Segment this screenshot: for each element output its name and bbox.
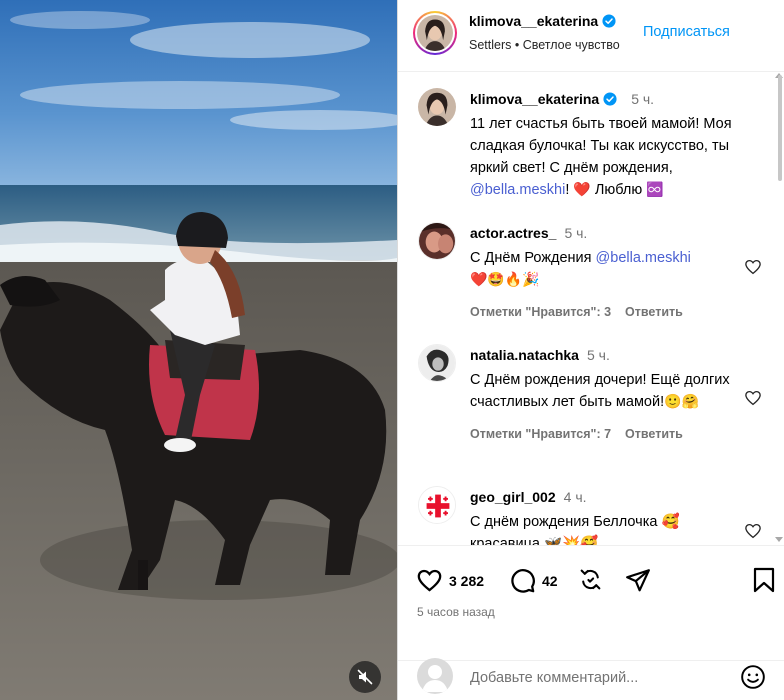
paper-plane-icon xyxy=(626,569,650,592)
caption-mention[interactable]: @bella.meskhi xyxy=(470,182,565,198)
caption-love: Люблю xyxy=(590,182,643,198)
commenter-avatar[interactable] xyxy=(418,344,456,382)
comments-count[interactable]: 42 xyxy=(542,573,558,589)
author-photo xyxy=(417,15,453,51)
comment-body: actor.actres_ 5 ч. С Днём Рождения @bell… xyxy=(470,222,740,323)
comment-body: natalia.natachka 5 ч. С Днём рождения до… xyxy=(470,344,740,445)
verified-badge-icon xyxy=(602,14,616,28)
author-photo xyxy=(418,88,456,126)
repost-icon xyxy=(580,569,601,590)
comment-meta: Отметки "Нравится": 7 Ответить xyxy=(470,423,740,445)
post-details-panel: klimova__ekaterina Settlers • Светлое чу… xyxy=(397,0,784,700)
comment-text: С Днём рождения дочери! Ещё долгих счаст… xyxy=(470,369,740,413)
comments-list: klimova__ekaterina 5 ч. 11 лет счастья б… xyxy=(398,72,784,545)
commenter-avatar[interactable] xyxy=(418,486,456,524)
heart-icon xyxy=(417,569,442,592)
emoji-smiley-icon[interactable] xyxy=(740,664,766,690)
comment-mention[interactable]: @bella.meskhi xyxy=(596,250,691,266)
audio-subtitle[interactable]: Settlers • Светлое чувство xyxy=(469,38,620,52)
comment-username[interactable]: actor.actres_ xyxy=(470,225,556,241)
speaker-muted-icon xyxy=(357,669,373,685)
post-header: klimova__ekaterina Settlers • Светлое чу… xyxy=(398,0,784,72)
comment-likes-count[interactable]: Отметки "Нравится": 3 xyxy=(470,301,611,323)
commenter-photo xyxy=(419,223,455,259)
speech-bubble-icon xyxy=(511,569,535,593)
caption-avatar[interactable] xyxy=(418,88,456,126)
current-user-avatar xyxy=(417,658,453,694)
georgian-flag-avatar xyxy=(419,487,455,523)
like-comment-heart-icon[interactable] xyxy=(744,389,762,407)
header-username[interactable]: klimova__ekaterina xyxy=(469,13,598,29)
comment-meta: Отметки "Нравится": 3 Ответить xyxy=(470,301,740,323)
bookmark-icon xyxy=(753,567,775,593)
default-user-icon xyxy=(422,665,448,692)
like-comment-heart-icon[interactable] xyxy=(744,258,762,276)
comment-time[interactable]: 4 ч. xyxy=(564,489,587,505)
caption-text: 11 лет счастья быть твоей мамой! Моя сла… xyxy=(470,113,762,201)
comment-username[interactable]: natalia.natachka xyxy=(470,347,579,363)
like-button[interactable]: 3 282 xyxy=(416,567,484,594)
share-button[interactable] xyxy=(625,567,651,593)
post-video[interactable] xyxy=(0,0,397,700)
caption-username[interactable]: klimova__ekaterina xyxy=(470,88,599,110)
comment-emojis: 🙂🤗 xyxy=(664,394,699,410)
post-actions-bar: 3 282 42 5 часов назад xyxy=(398,545,784,625)
comment-likes-count[interactable]: Отметки "Нравится": 7 xyxy=(470,423,611,445)
follow-button[interactable]: Подписаться xyxy=(643,24,730,40)
author-avatar[interactable] xyxy=(413,11,457,55)
infinity-emoji: ♾️ xyxy=(646,182,664,198)
comment-body: geo_girl_002 4 ч. С днём рождения Беллоч… xyxy=(470,486,740,545)
comment-input[interactable] xyxy=(470,670,720,686)
comment-button[interactable]: 42 xyxy=(509,567,558,594)
heart-emoji: ❤️ xyxy=(573,182,591,198)
scroll-down-arrow-icon[interactable] xyxy=(775,537,783,543)
comment-text-main: С Днём Рождения xyxy=(470,250,596,266)
likes-count[interactable]: 3 282 xyxy=(449,573,484,589)
comment-time[interactable]: 5 ч. xyxy=(587,347,610,363)
verified-badge-icon xyxy=(603,92,617,106)
comment-text: С днём рождения Беллочка 🥰 красавица 🦋💥🥰 xyxy=(470,514,680,545)
save-button[interactable] xyxy=(752,567,776,593)
caption-body: klimova__ekaterina 5 ч. 11 лет счастья б… xyxy=(470,88,762,201)
commenter-avatar[interactable] xyxy=(418,222,456,260)
reply-button[interactable]: Ответить xyxy=(625,301,683,323)
comment-username[interactable]: geo_girl_002 xyxy=(470,489,556,505)
add-comment-bar xyxy=(398,658,784,700)
commenter-photo xyxy=(419,345,455,381)
repost-button[interactable] xyxy=(578,567,603,592)
comment-emojis: ❤️🤩🔥🎉 xyxy=(470,272,540,288)
caption-text-main: 11 лет счастья быть твоей мамой! Моя сла… xyxy=(470,116,732,176)
like-comment-heart-icon[interactable] xyxy=(744,522,762,540)
posted-time[interactable]: 5 часов назад xyxy=(417,605,495,619)
video-frame xyxy=(0,0,397,700)
header-username-row: klimova__ekaterina xyxy=(469,13,616,29)
comments-scrollbar[interactable] xyxy=(778,75,782,181)
mute-button[interactable] xyxy=(349,661,381,693)
comment-text: С Днём Рождения @bella.meskhi xyxy=(470,247,740,269)
caption-time[interactable]: 5 ч. xyxy=(631,88,654,110)
comment-time[interactable]: 5 ч. xyxy=(564,225,587,241)
reply-button[interactable]: Ответить xyxy=(625,423,683,445)
